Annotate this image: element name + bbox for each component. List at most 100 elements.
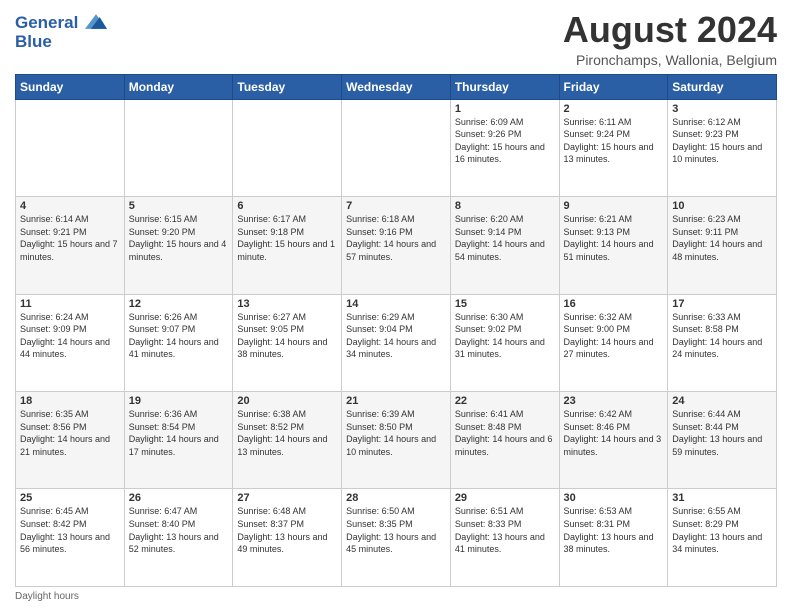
calendar-cell: 12Sunrise: 6:26 AM Sunset: 9:07 PM Dayli… <box>124 294 233 391</box>
calendar-table: SundayMondayTuesdayWednesdayThursdayFrid… <box>15 74 777 587</box>
day-number: 7 <box>346 200 446 212</box>
page: General Blue August 2024 Pironchamps, Wa… <box>0 0 792 612</box>
day-number: 9 <box>564 200 664 212</box>
logo-general: General <box>15 13 78 32</box>
calendar-cell: 11Sunrise: 6:24 AM Sunset: 9:09 PM Dayli… <box>16 294 125 391</box>
calendar-cell: 21Sunrise: 6:39 AM Sunset: 8:50 PM Dayli… <box>342 392 451 489</box>
day-info: Sunrise: 6:23 AM Sunset: 9:11 PM Dayligh… <box>672 213 772 263</box>
day-number: 20 <box>237 395 337 407</box>
calendar-cell <box>233 99 342 196</box>
day-number: 26 <box>129 492 229 504</box>
day-number: 22 <box>455 395 555 407</box>
day-number: 1 <box>455 103 555 115</box>
calendar-cell: 3Sunrise: 6:12 AM Sunset: 9:23 PM Daylig… <box>668 99 777 196</box>
day-info: Sunrise: 6:36 AM Sunset: 8:54 PM Dayligh… <box>129 408 229 458</box>
calendar-week-1: 1Sunrise: 6:09 AM Sunset: 9:26 PM Daylig… <box>16 99 777 196</box>
day-info: Sunrise: 6:32 AM Sunset: 9:00 PM Dayligh… <box>564 311 664 361</box>
day-number: 8 <box>455 200 555 212</box>
day-info: Sunrise: 6:45 AM Sunset: 8:42 PM Dayligh… <box>20 505 120 555</box>
day-info: Sunrise: 6:51 AM Sunset: 8:33 PM Dayligh… <box>455 505 555 555</box>
day-info: Sunrise: 6:44 AM Sunset: 8:44 PM Dayligh… <box>672 408 772 458</box>
day-number: 30 <box>564 492 664 504</box>
title-block: August 2024 Pironchamps, Wallonia, Belgi… <box>563 10 777 68</box>
col-header-tuesday: Tuesday <box>233 74 342 99</box>
footer-note: Daylight hours <box>15 591 777 602</box>
col-header-saturday: Saturday <box>668 74 777 99</box>
calendar-cell: 29Sunrise: 6:51 AM Sunset: 8:33 PM Dayli… <box>450 489 559 587</box>
day-info: Sunrise: 6:21 AM Sunset: 9:13 PM Dayligh… <box>564 213 664 263</box>
calendar-cell: 2Sunrise: 6:11 AM Sunset: 9:24 PM Daylig… <box>559 99 668 196</box>
calendar-cell: 10Sunrise: 6:23 AM Sunset: 9:11 PM Dayli… <box>668 197 777 294</box>
calendar-cell: 25Sunrise: 6:45 AM Sunset: 8:42 PM Dayli… <box>16 489 125 587</box>
calendar-week-4: 18Sunrise: 6:35 AM Sunset: 8:56 PM Dayli… <box>16 392 777 489</box>
day-number: 11 <box>20 298 120 310</box>
day-info: Sunrise: 6:29 AM Sunset: 9:04 PM Dayligh… <box>346 311 446 361</box>
calendar-cell: 8Sunrise: 6:20 AM Sunset: 9:14 PM Daylig… <box>450 197 559 294</box>
day-info: Sunrise: 6:09 AM Sunset: 9:26 PM Dayligh… <box>455 116 555 166</box>
day-number: 15 <box>455 298 555 310</box>
day-number: 14 <box>346 298 446 310</box>
day-info: Sunrise: 6:24 AM Sunset: 9:09 PM Dayligh… <box>20 311 120 361</box>
col-header-friday: Friday <box>559 74 668 99</box>
calendar-cell: 24Sunrise: 6:44 AM Sunset: 8:44 PM Dayli… <box>668 392 777 489</box>
day-info: Sunrise: 6:20 AM Sunset: 9:14 PM Dayligh… <box>455 213 555 263</box>
month-title: August 2024 <box>563 10 777 50</box>
calendar-cell: 1Sunrise: 6:09 AM Sunset: 9:26 PM Daylig… <box>450 99 559 196</box>
col-header-wednesday: Wednesday <box>342 74 451 99</box>
day-number: 12 <box>129 298 229 310</box>
day-number: 13 <box>237 298 337 310</box>
calendar-cell: 20Sunrise: 6:38 AM Sunset: 8:52 PM Dayli… <box>233 392 342 489</box>
day-number: 29 <box>455 492 555 504</box>
day-info: Sunrise: 6:47 AM Sunset: 8:40 PM Dayligh… <box>129 505 229 555</box>
calendar-cell: 31Sunrise: 6:55 AM Sunset: 8:29 PM Dayli… <box>668 489 777 587</box>
day-number: 25 <box>20 492 120 504</box>
day-number: 23 <box>564 395 664 407</box>
day-number: 21 <box>346 395 446 407</box>
calendar-cell: 16Sunrise: 6:32 AM Sunset: 9:00 PM Dayli… <box>559 294 668 391</box>
calendar-cell <box>342 99 451 196</box>
day-number: 6 <box>237 200 337 212</box>
calendar-cell: 22Sunrise: 6:41 AM Sunset: 8:48 PM Dayli… <box>450 392 559 489</box>
logo: General Blue <box>15 14 107 51</box>
day-number: 5 <box>129 200 229 212</box>
header: General Blue August 2024 Pironchamps, Wa… <box>15 10 777 68</box>
calendar-cell: 15Sunrise: 6:30 AM Sunset: 9:02 PM Dayli… <box>450 294 559 391</box>
day-info: Sunrise: 6:27 AM Sunset: 9:05 PM Dayligh… <box>237 311 337 361</box>
calendar-header-row: SundayMondayTuesdayWednesdayThursdayFrid… <box>16 74 777 99</box>
location-subtitle: Pironchamps, Wallonia, Belgium <box>563 52 777 68</box>
day-number: 19 <box>129 395 229 407</box>
calendar-cell: 27Sunrise: 6:48 AM Sunset: 8:37 PM Dayli… <box>233 489 342 587</box>
day-number: 4 <box>20 200 120 212</box>
calendar-week-5: 25Sunrise: 6:45 AM Sunset: 8:42 PM Dayli… <box>16 489 777 587</box>
day-info: Sunrise: 6:12 AM Sunset: 9:23 PM Dayligh… <box>672 116 772 166</box>
day-number: 27 <box>237 492 337 504</box>
day-number: 3 <box>672 103 772 115</box>
calendar-cell: 5Sunrise: 6:15 AM Sunset: 9:20 PM Daylig… <box>124 197 233 294</box>
logo-blue: Blue <box>15 33 107 52</box>
day-info: Sunrise: 6:53 AM Sunset: 8:31 PM Dayligh… <box>564 505 664 555</box>
calendar-cell: 6Sunrise: 6:17 AM Sunset: 9:18 PM Daylig… <box>233 197 342 294</box>
calendar-cell: 18Sunrise: 6:35 AM Sunset: 8:56 PM Dayli… <box>16 392 125 489</box>
calendar-cell: 23Sunrise: 6:42 AM Sunset: 8:46 PM Dayli… <box>559 392 668 489</box>
calendar-cell: 9Sunrise: 6:21 AM Sunset: 9:13 PM Daylig… <box>559 197 668 294</box>
logo-text: General Blue <box>15 14 107 51</box>
calendar-cell: 26Sunrise: 6:47 AM Sunset: 8:40 PM Dayli… <box>124 489 233 587</box>
calendar-cell <box>124 99 233 196</box>
day-info: Sunrise: 6:41 AM Sunset: 8:48 PM Dayligh… <box>455 408 555 458</box>
calendar-cell: 13Sunrise: 6:27 AM Sunset: 9:05 PM Dayli… <box>233 294 342 391</box>
col-header-monday: Monday <box>124 74 233 99</box>
calendar-week-2: 4Sunrise: 6:14 AM Sunset: 9:21 PM Daylig… <box>16 197 777 294</box>
day-info: Sunrise: 6:30 AM Sunset: 9:02 PM Dayligh… <box>455 311 555 361</box>
calendar-cell: 4Sunrise: 6:14 AM Sunset: 9:21 PM Daylig… <box>16 197 125 294</box>
day-number: 2 <box>564 103 664 115</box>
day-info: Sunrise: 6:48 AM Sunset: 8:37 PM Dayligh… <box>237 505 337 555</box>
day-info: Sunrise: 6:14 AM Sunset: 9:21 PM Dayligh… <box>20 213 120 263</box>
day-info: Sunrise: 6:50 AM Sunset: 8:35 PM Dayligh… <box>346 505 446 555</box>
day-number: 24 <box>672 395 772 407</box>
day-info: Sunrise: 6:15 AM Sunset: 9:20 PM Dayligh… <box>129 213 229 263</box>
day-number: 28 <box>346 492 446 504</box>
day-number: 31 <box>672 492 772 504</box>
col-header-thursday: Thursday <box>450 74 559 99</box>
col-header-sunday: Sunday <box>16 74 125 99</box>
calendar-cell: 30Sunrise: 6:53 AM Sunset: 8:31 PM Dayli… <box>559 489 668 587</box>
